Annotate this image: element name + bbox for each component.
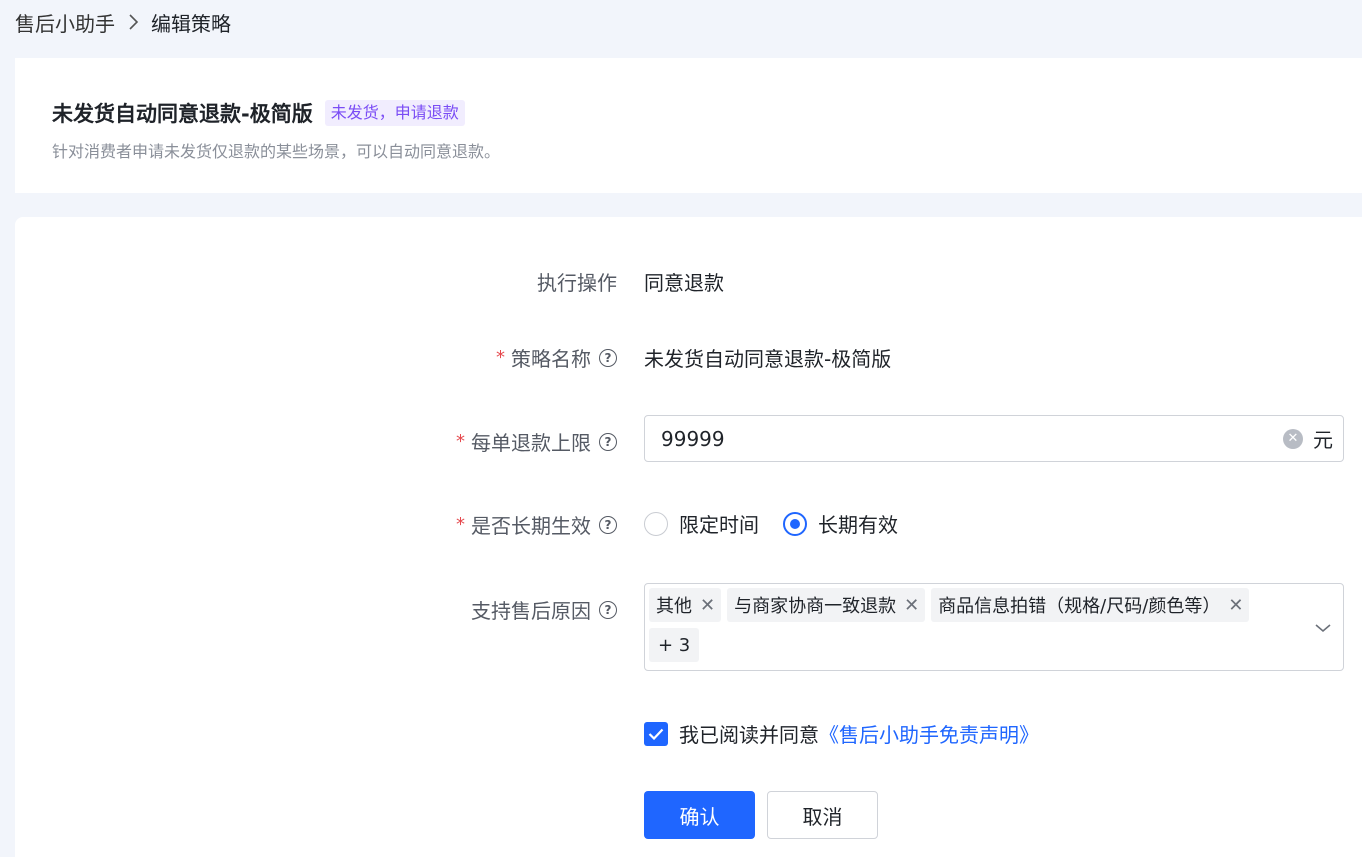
reason-tag: 与商家协商一致退款 ✕ xyxy=(727,588,926,622)
help-icon[interactable]: ? xyxy=(599,432,617,451)
validity-label-text: 是否长期生效 xyxy=(471,514,591,538)
close-icon[interactable]: ✕ xyxy=(700,595,715,616)
refund-limit-input[interactable] xyxy=(645,426,1283,451)
breadcrumb: 售后小助手 编辑策略 xyxy=(15,7,231,37)
page-subtitle: 针对消费者申请未发货仅退款的某些场景，可以自动同意退款。 xyxy=(52,142,501,161)
radio-limited-time[interactable]: 限定时间 xyxy=(644,509,759,538)
refund-limit-label-text: 每单退款上限 xyxy=(471,431,591,455)
reason-tag: 其他 ✕ xyxy=(649,588,722,622)
close-icon[interactable]: ✕ xyxy=(904,595,919,616)
reason-tag-label: 商品信息拍错（规格/尺码/颜色等） xyxy=(938,596,1221,617)
chevron-down-icon[interactable] xyxy=(1315,618,1331,637)
check-icon xyxy=(648,728,664,740)
breadcrumb-current: 编辑策略 xyxy=(151,11,231,36)
reasons-multiselect[interactable]: 其他 ✕ 与商家协商一致退款 ✕ 商品信息拍错（规格/尺码/颜色等） ✕ + 3 xyxy=(644,583,1344,671)
radio-circle-unchecked[interactable] xyxy=(644,511,668,536)
strategy-form: 执行操作 同意退款 * 策略名称 ? 未发货自动同意退款-极简版 * 每单退款上… xyxy=(15,217,1362,857)
radio-long-term[interactable]: 长期有效 xyxy=(783,509,898,538)
action-value: 同意退款 xyxy=(644,271,724,295)
more-tags-count[interactable]: + 3 xyxy=(649,628,700,662)
reason-tag: 商品信息拍错（规格/尺码/颜色等） ✕ xyxy=(931,588,1250,622)
refund-limit-field: ✕ 元 xyxy=(644,415,1344,462)
reasons-tag-list: 其他 ✕ 与商家协商一致退款 ✕ 商品信息拍错（规格/尺码/颜色等） ✕ + 3 xyxy=(649,588,1303,662)
confirm-button[interactable]: 确认 xyxy=(644,791,755,839)
required-asterisk: * xyxy=(456,431,465,452)
strategy-name-label: * 策略名称 ? xyxy=(496,343,617,372)
reasons-label-text: 支持售后原因 xyxy=(471,599,591,623)
radio-label-long-term: 长期有效 xyxy=(818,513,898,537)
validity-radio-group: 限定时间 长期有效 xyxy=(644,509,922,538)
help-icon[interactable]: ? xyxy=(599,348,617,367)
agreement-row: 我已阅读并同意 《售后小助手免责声明》 xyxy=(644,719,1039,748)
breadcrumb-parent-link[interactable]: 售后小助手 xyxy=(15,8,115,37)
page-title: 未发货自动同意退款-极简版 xyxy=(52,102,313,126)
strategy-name-label-text: 策略名称 xyxy=(511,347,591,371)
chevron-right-icon xyxy=(127,13,139,31)
strategy-header-card: 未发货自动同意退款-极简版 未发货，申请退款 针对消费者申请未发货仅退款的某些场… xyxy=(15,58,1362,193)
refund-limit-label: * 每单退款上限 ? xyxy=(456,427,617,456)
radio-label-limited-time: 限定时间 xyxy=(679,513,759,537)
validity-label: * 是否长期生效 ? xyxy=(456,510,617,539)
strategy-name-value: 未发货自动同意退款-极简版 xyxy=(644,347,892,371)
clear-icon[interactable]: ✕ xyxy=(1283,428,1303,449)
title-row: 未发货自动同意退款-极简版 未发货，申请退款 xyxy=(52,98,465,128)
close-icon[interactable]: ✕ xyxy=(1228,595,1243,616)
radio-circle-checked[interactable] xyxy=(783,511,807,536)
scenario-tag: 未发货，申请退款 xyxy=(324,100,465,126)
agreement-checkbox[interactable] xyxy=(644,721,668,746)
action-label-text: 执行操作 xyxy=(537,271,617,295)
help-icon[interactable]: ? xyxy=(599,515,617,534)
reasons-label: 支持售后原因 ? xyxy=(471,595,617,624)
agreement-text: 我已阅读并同意 xyxy=(679,723,819,747)
required-asterisk: * xyxy=(496,347,505,368)
disclaimer-link[interactable]: 《售后小助手免责声明》 xyxy=(819,719,1039,748)
cancel-button[interactable]: 取消 xyxy=(767,791,878,839)
reason-tag-label: 与商家协商一致退款 xyxy=(734,596,897,617)
reason-tag-label: 其他 xyxy=(656,596,692,617)
help-icon[interactable]: ? xyxy=(599,600,617,619)
currency-suffix: 元 xyxy=(1313,428,1333,452)
required-asterisk: * xyxy=(456,514,465,535)
action-label: 执行操作 xyxy=(537,267,617,296)
